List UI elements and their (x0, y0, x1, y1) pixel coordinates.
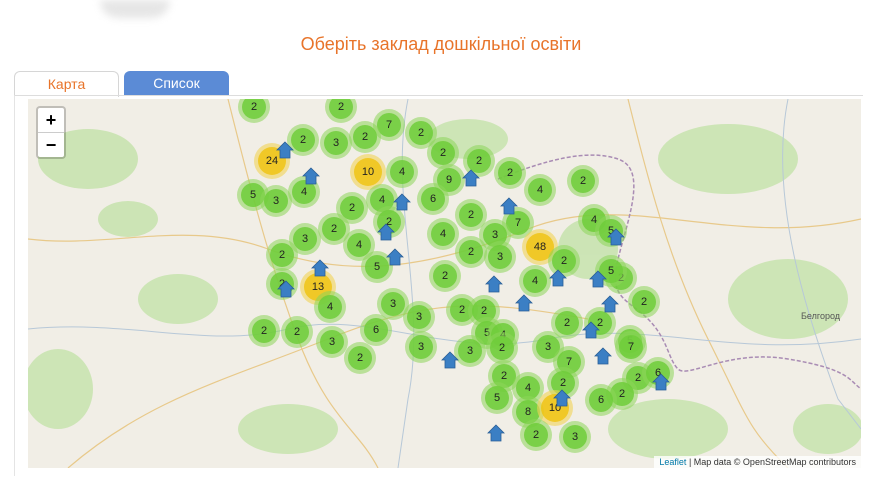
home-marker[interactable] (441, 351, 459, 369)
cluster-count: 2 (441, 270, 449, 282)
home-marker[interactable] (485, 275, 503, 293)
home-marker[interactable] (302, 167, 320, 185)
home-marker[interactable] (515, 294, 533, 312)
cluster-count: 3 (332, 137, 340, 149)
marker-cluster[interactable]: 3 (403, 301, 435, 333)
marker-cluster[interactable]: 4 (524, 174, 556, 206)
tab-list[interactable]: Список (124, 71, 229, 95)
marker-cluster[interactable]: 2 (567, 165, 599, 197)
cluster-count: 3 (417, 341, 425, 353)
cluster-count: 6 (429, 193, 437, 205)
cluster-count: 2 (260, 325, 268, 337)
home-marker[interactable] (487, 424, 505, 442)
cluster-count: 2 (579, 175, 587, 187)
marker-cluster[interactable]: 2 (248, 315, 280, 347)
cluster-count: 5 (493, 392, 501, 404)
marker-cluster[interactable]: 6 (417, 183, 449, 215)
home-marker[interactable] (601, 295, 619, 313)
marker-cluster[interactable]: 2 (266, 239, 298, 271)
map-view[interactable]: Белгород 2 2 7 2 2 3 2 24 2 10 4 9 2 2 2 5 3 4 2 4 6 2 4 7 2 2 3 4 3… (28, 99, 861, 468)
cluster-count: 4 (326, 301, 334, 313)
cluster-count: 2 (250, 101, 258, 113)
blurred-header-decoration (100, 0, 170, 18)
marker-cluster[interactable]: 3 (320, 127, 352, 159)
home-marker[interactable] (553, 389, 571, 407)
marker-cluster[interactable]: 4 (314, 291, 346, 323)
home-marker[interactable] (652, 373, 670, 391)
marker-cluster[interactable]: 3 (405, 331, 437, 363)
marker-cluster[interactable]: 2 (628, 286, 660, 318)
zoom-out-button[interactable]: − (38, 133, 64, 157)
leaflet-link[interactable]: Leaflet (659, 457, 686, 467)
zoom-control: + − (36, 106, 66, 159)
attribution-text: | Map data © OpenStreetMap contributors (686, 457, 856, 467)
marker-cluster[interactable]: 2 (238, 99, 270, 123)
home-marker[interactable] (393, 193, 411, 211)
map-attribution: Leaflet | Map data © OpenStreetMap contr… (654, 456, 861, 468)
marker-cluster[interactable]: 2 (325, 99, 357, 123)
home-marker[interactable] (549, 269, 567, 287)
cluster-count: 2 (361, 131, 369, 143)
cluster-count: 3 (496, 251, 504, 263)
cluster-count: 2 (337, 101, 345, 113)
marker-cluster[interactable]: 6 (585, 384, 617, 416)
marker-cluster[interactable]: 2 (281, 316, 313, 348)
home-marker[interactable] (386, 248, 404, 266)
cluster-count: 2 (356, 352, 364, 364)
marker-cluster[interactable]: 5 (481, 382, 513, 414)
home-marker[interactable] (462, 169, 480, 187)
cluster-count: 2 (278, 249, 286, 261)
marker-cluster[interactable]: 2 (344, 342, 376, 374)
tab-map[interactable]: Карта (14, 71, 119, 97)
cluster-count: 4 (531, 275, 539, 287)
marker-cluster[interactable]: 3 (484, 241, 516, 273)
cluster-count: 4 (536, 184, 544, 196)
home-marker[interactable] (607, 228, 625, 246)
home-marker[interactable] (377, 223, 395, 241)
marker-cluster[interactable]: 3 (559, 421, 591, 453)
cluster-count: 2 (640, 296, 648, 308)
marker-cluster[interactable]: 2 (494, 157, 526, 189)
home-marker[interactable] (589, 270, 607, 288)
page-title: Оберіть заклад дошкільної освіти (300, 34, 582, 54)
home-marker[interactable] (276, 141, 294, 159)
home-marker[interactable] (594, 347, 612, 365)
marker-cluster[interactable]: 4 (519, 265, 551, 297)
home-marker[interactable] (582, 321, 600, 339)
home-marker[interactable] (311, 259, 329, 277)
marker-cluster[interactable]: 2 (520, 419, 552, 451)
marker-cluster[interactable]: 2 (429, 260, 461, 292)
home-marker[interactable] (277, 280, 295, 298)
home-marker[interactable] (500, 197, 518, 215)
marker-cluster[interactable]: 2 (349, 121, 381, 153)
cluster-count: 2 (293, 326, 301, 338)
cluster-count: 3 (415, 311, 423, 323)
cluster-count: 2 (532, 429, 540, 441)
place-label-belgorod: Белгород (801, 311, 841, 321)
zoom-in-button[interactable]: + (38, 108, 64, 133)
cluster-count: 6 (597, 394, 605, 406)
cluster-count: 3 (571, 431, 579, 443)
cluster-count: 2 (506, 167, 514, 179)
